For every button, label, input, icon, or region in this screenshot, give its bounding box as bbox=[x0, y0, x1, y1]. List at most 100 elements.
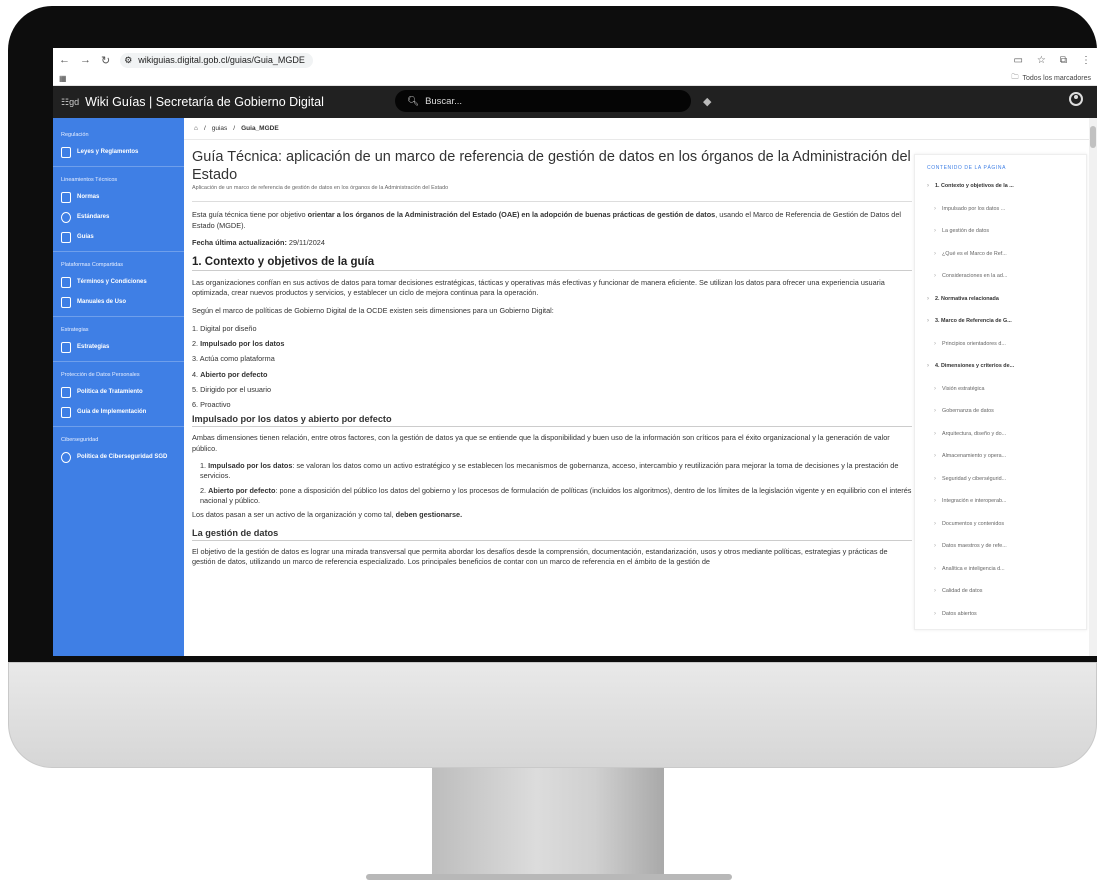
sidebar-item-label: Guías bbox=[77, 234, 94, 240]
star-icon[interactable]: ☆ bbox=[1037, 55, 1046, 66]
dimensions-list: 1. Digital por diseño 2. Impulsado por lo… bbox=[192, 323, 912, 410]
sidebar-item[interactable]: Guías bbox=[53, 227, 184, 247]
toc-item[interactable]: › Seguridad y ciberségurid... bbox=[915, 468, 1086, 491]
toc-item[interactable]: › 3. Marco de Referencia de G... bbox=[915, 310, 1086, 333]
paragraph: Los datos pasan a ser un activo de la or… bbox=[192, 510, 912, 521]
all-bookmarks[interactable]: 🗀 Todos los marcadores bbox=[1012, 73, 1091, 84]
bookmarks-bar: ▦ 🗀 Todos los marcadores bbox=[53, 72, 1097, 86]
updated-line: Fecha última actualización: 29/11/2024 bbox=[192, 238, 912, 249]
sidebar-item-label: Guía de Implementación bbox=[77, 409, 147, 415]
toc-item[interactable]: › 2. Normativa relacionada bbox=[915, 288, 1086, 311]
toc-item-label: Visión estratégica bbox=[942, 385, 985, 392]
toc-item[interactable]: › Documentos y contenidos bbox=[915, 513, 1086, 536]
toc-item-label: Arquitectura, diseño y do... bbox=[942, 430, 1007, 437]
extensions-icon[interactable]: ⧉ bbox=[1060, 55, 1067, 66]
list-item: 6. Proactivo bbox=[192, 399, 912, 410]
toc-item[interactable]: › 4. Dimensiones y criterios de... bbox=[915, 355, 1086, 378]
forward-icon[interactable]: → bbox=[80, 54, 91, 66]
reload-icon[interactable]: ↻ bbox=[101, 54, 110, 67]
address-bar[interactable]: ⚙ wikiguias.digital.gob.cl/guias/Guia_MG… bbox=[120, 52, 313, 68]
toc-item[interactable]: › La gestión de datos bbox=[915, 220, 1086, 243]
sidebar-item[interactable]: Normas bbox=[53, 187, 184, 207]
sidebar-item[interactable]: Estándares bbox=[53, 207, 184, 227]
sidebar-item[interactable]: Guía de Implementación bbox=[53, 402, 184, 422]
chevron-right-icon: › bbox=[927, 295, 929, 302]
list-item: 3. Actúa como plataforma bbox=[192, 353, 912, 364]
account-icon[interactable] bbox=[1069, 92, 1083, 106]
toc-item[interactable]: › Integración e interoperab... bbox=[915, 490, 1086, 513]
paragraph: Ambas dimensiones tienen relación, entre… bbox=[192, 433, 890, 453]
cast-icon[interactable]: ▭ bbox=[1013, 55, 1022, 66]
sidebar-group-label: Regulación bbox=[61, 132, 89, 138]
back-icon[interactable]: ← bbox=[59, 54, 70, 66]
toc-item[interactable]: › Calidad de datos bbox=[915, 580, 1086, 603]
toc-item[interactable]: › Analítica e inteligencia d... bbox=[915, 558, 1086, 581]
toc-item[interactable]: › 1. Contexto y objetivos de la ... bbox=[915, 175, 1086, 198]
chevron-right-icon: › bbox=[927, 318, 929, 325]
toc-item[interactable]: › Datos abiertos bbox=[915, 603, 1086, 626]
paragraph: Las organizaciones confían en sus activo… bbox=[192, 277, 885, 298]
guide-icon bbox=[61, 231, 71, 243]
toc-item-label: Consideraciones en la ad... bbox=[942, 273, 1008, 280]
sidebar-item[interactable]: Política de Tratamiento bbox=[53, 382, 184, 402]
page-layout: Regulación Leyes y Reglamentos Lineamiento… bbox=[53, 118, 1097, 656]
toc-item[interactable]: › Arquitectura, diseño y do... bbox=[915, 423, 1086, 446]
scrollbar-thumb[interactable] bbox=[1090, 126, 1096, 148]
search-input[interactable]: 🔍︎ Buscar... bbox=[395, 90, 691, 112]
list-number: 6. bbox=[192, 400, 201, 410]
list-item: 2. Abierto por defecto: pone a disposici… bbox=[200, 486, 912, 506]
toc-item[interactable]: › ¿Qué es el Marco de Ref... bbox=[915, 243, 1086, 266]
sidebar-group-label: Lineamientos Técnicos bbox=[61, 177, 118, 183]
sidebar-item[interactable]: Términos y Condiciones bbox=[53, 272, 184, 292]
sidebar-item-label: Normas bbox=[77, 194, 100, 200]
sidebar-item[interactable]: Estrategias bbox=[53, 337, 184, 357]
sidebar-group-label: Ciberseguridad bbox=[61, 437, 99, 443]
toc-item-label: 1. Contexto y objetivos de la ... bbox=[935, 183, 1014, 190]
tags-icon[interactable]: ◆ bbox=[703, 95, 711, 108]
list-number: 3. bbox=[192, 354, 200, 364]
toc-item[interactable]: › Impulsado por los datos ... bbox=[915, 198, 1086, 221]
apps-icon[interactable]: ▦ bbox=[59, 74, 67, 83]
site-title[interactable]: Wiki Guías | Secretaría de Gobierno Digi… bbox=[85, 95, 324, 109]
list-item: 1. Impulsado por los datos: se valoran l… bbox=[200, 461, 912, 481]
sidebar-item[interactable]: Política de Ciberseguridad SGD bbox=[53, 447, 184, 467]
subsection-heading: La gestión de datos bbox=[192, 528, 912, 541]
chevron-right-icon: › bbox=[934, 430, 936, 437]
toc-item-label: Principios orientadores d... bbox=[942, 340, 1006, 347]
toc-item[interactable]: › Datos maestros y de refe... bbox=[915, 535, 1086, 558]
list-text: Proactivo bbox=[200, 400, 231, 410]
sidebar-group-label: Plataformas Compartidas bbox=[61, 262, 124, 268]
strategy-icon bbox=[61, 341, 71, 353]
scrollbar[interactable] bbox=[1089, 118, 1097, 656]
toc-item-label: Analítica e inteligencia d... bbox=[942, 565, 1005, 572]
list-term: Impulsado por los datos bbox=[208, 461, 293, 471]
sidebar-item-label: Leyes y Reglamentos bbox=[77, 149, 139, 155]
toc-item[interactable]: › Gobernanza de datos bbox=[915, 400, 1086, 423]
home-icon[interactable]: ⌂ bbox=[194, 125, 198, 132]
sidebar-item[interactable]: Leyes y Reglamentos bbox=[53, 142, 184, 162]
chevron-right-icon: › bbox=[927, 183, 929, 190]
all-bookmarks-label: Todos los marcadores bbox=[1022, 75, 1091, 82]
stage: ← → ↻ ⚙ wikiguias.digital.gob.cl/guias/G… bbox=[0, 0, 1097, 883]
list-text: Abierto por defecto bbox=[200, 369, 268, 379]
menu-icon[interactable]: ⋮ bbox=[1081, 55, 1091, 66]
intro-text: Esta guía técnica tiene por objetivo bbox=[192, 210, 308, 219]
main-content: ⌂ / guias / Guia_MGDE Guía Técnica: apli… bbox=[184, 118, 1097, 656]
gob-logo-icon[interactable]: ☷gd bbox=[61, 97, 79, 108]
toc-item-label: ¿Qué es el Marco de Ref... bbox=[942, 250, 1007, 257]
breadcrumb: ⌂ / guias / Guia_MGDE bbox=[184, 118, 1097, 140]
toc-item[interactable]: › Consideraciones en la ad... bbox=[915, 265, 1086, 288]
site-settings-icon[interactable]: ⚙ bbox=[124, 55, 132, 66]
url-text: wikiguias.digital.gob.cl/guias/Guia_MGDE bbox=[138, 55, 305, 65]
globe-icon bbox=[61, 211, 71, 223]
toc-item[interactable]: › Visión estratégica bbox=[915, 378, 1086, 401]
toc-item[interactable]: › Almacenamiento y opera... bbox=[915, 445, 1086, 468]
list-number: 2. bbox=[192, 339, 201, 349]
breadcrumb-item-guias[interactable]: guias bbox=[212, 125, 228, 132]
toc-item[interactable]: › Principios orientadores d... bbox=[915, 333, 1086, 356]
search-placeholder: Buscar... bbox=[425, 95, 463, 107]
sidebar-item[interactable]: Manuales de Uso bbox=[53, 292, 184, 312]
chevron-right-icon: › bbox=[934, 498, 936, 505]
list-number: 4. bbox=[192, 369, 201, 379]
sidebar-item-label: Política de Ciberseguridad SGD bbox=[77, 454, 168, 460]
